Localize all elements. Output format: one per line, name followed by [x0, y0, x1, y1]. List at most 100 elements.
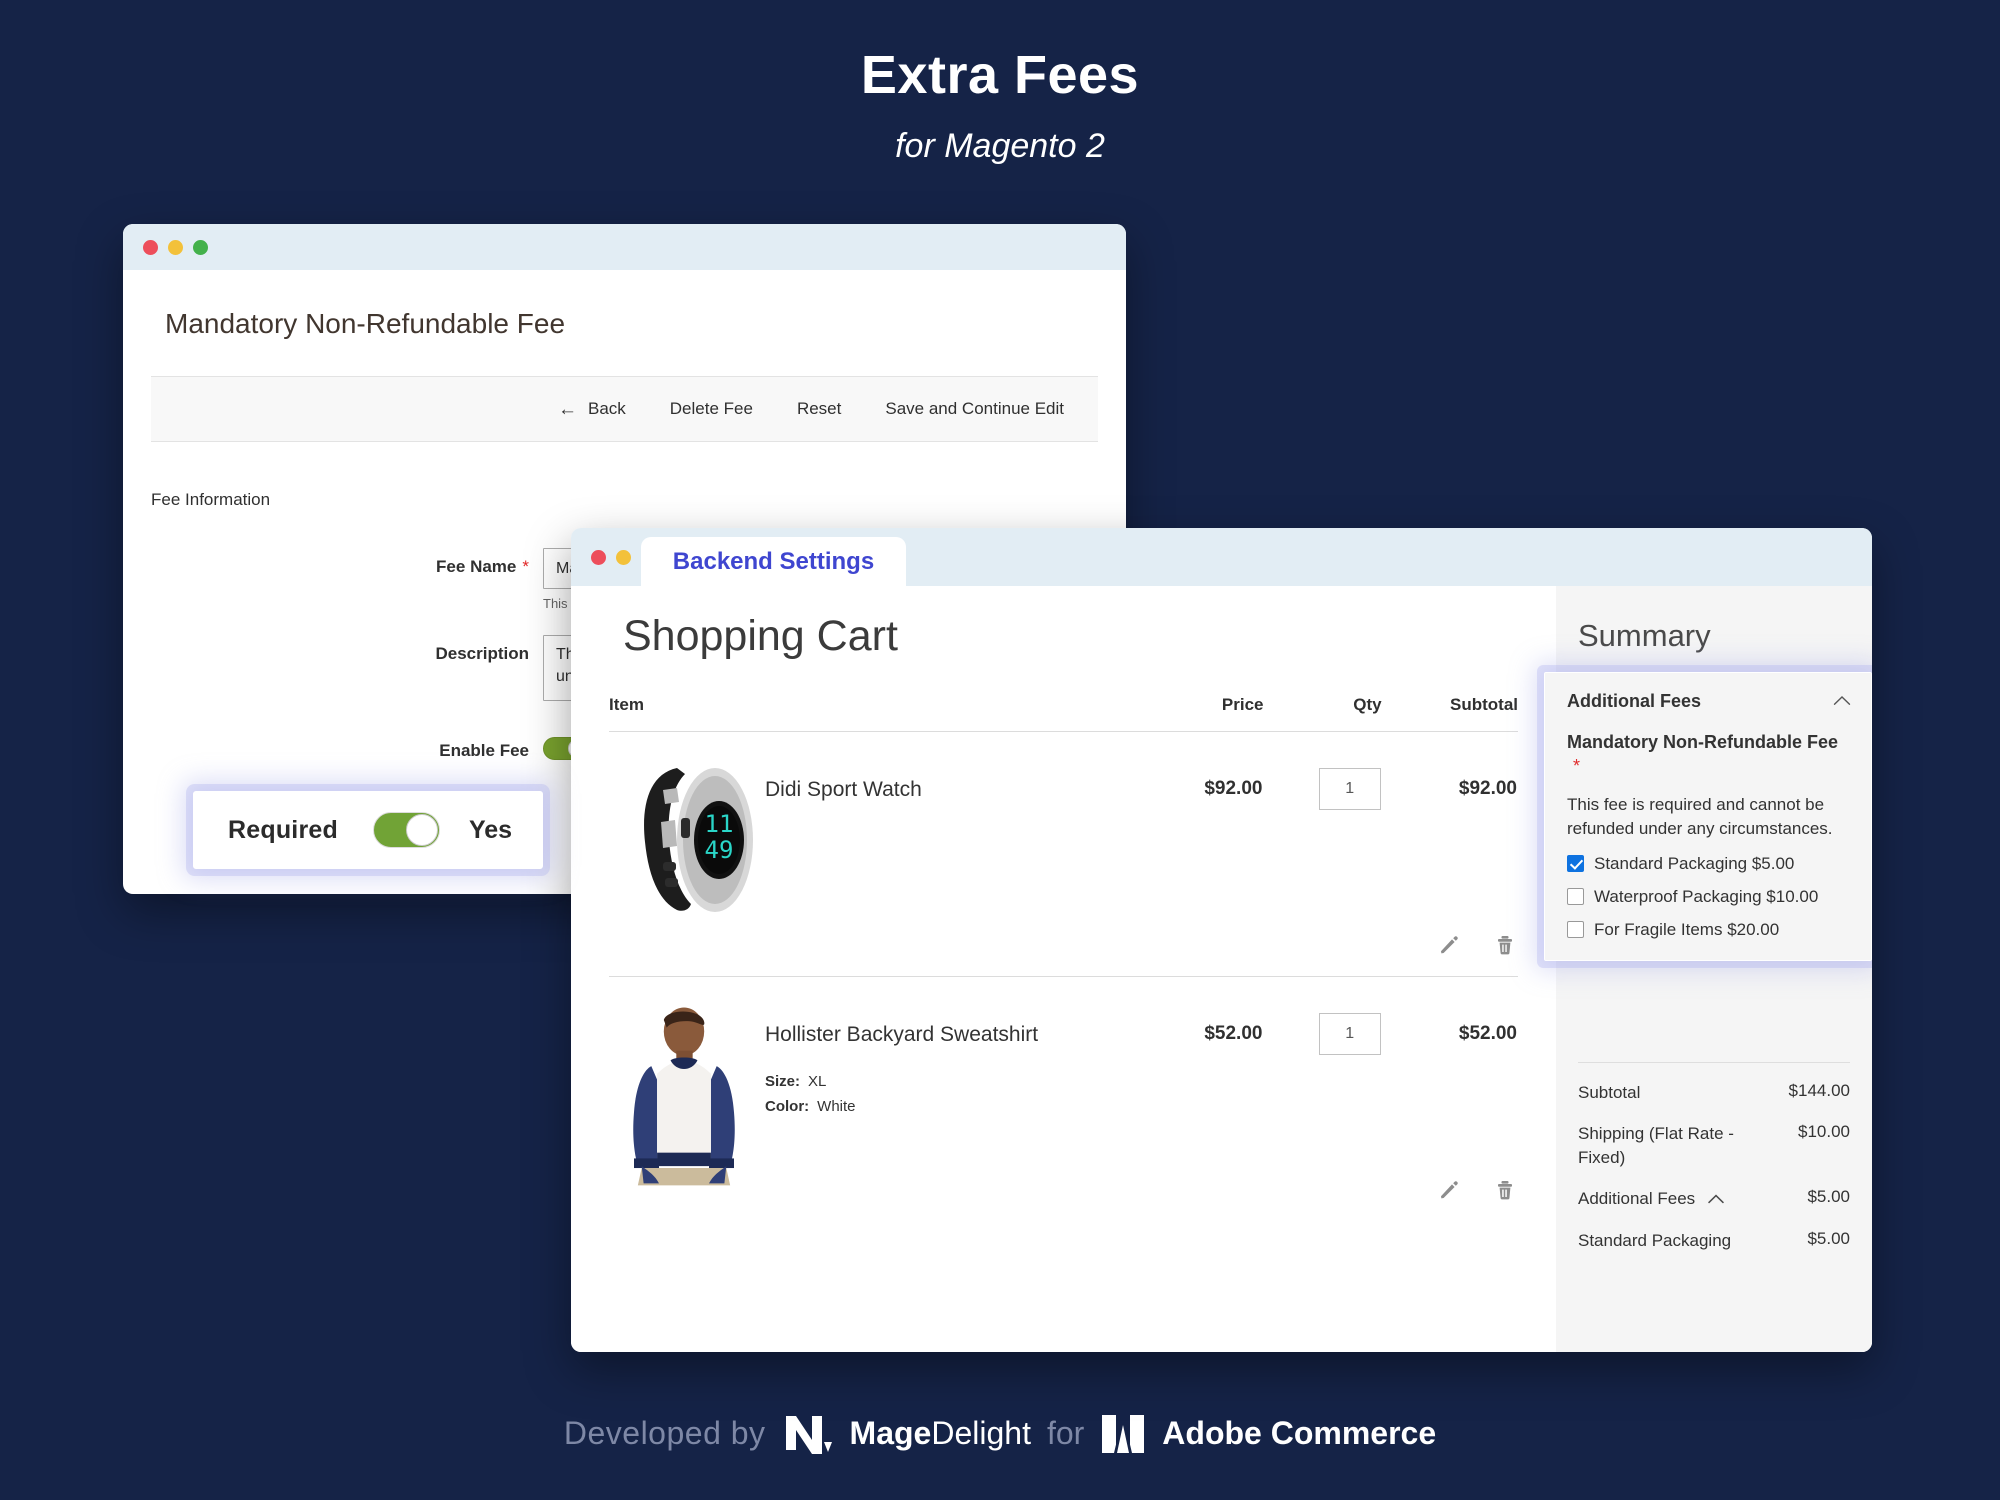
checkbox-icon[interactable]	[1567, 855, 1584, 873]
additional-fees-header[interactable]: Additional Fees	[1567, 691, 1851, 712]
fee-option-label: Standard Packaging $5.00	[1594, 853, 1795, 873]
chevron-up-icon[interactable]	[1833, 693, 1851, 711]
additional-fees-heading: Additional Fees	[1567, 691, 1702, 711]
minimize-icon[interactable]	[168, 239, 183, 255]
edit-icon[interactable]	[1436, 1177, 1462, 1203]
col-item: Item	[609, 695, 1119, 732]
admin-toolbar: ← Back Delete Fee Reset Save and Continu…	[151, 376, 1098, 442]
totals-divider	[1578, 1062, 1850, 1063]
total-value: $5.00	[1807, 1228, 1850, 1248]
checkbox-icon[interactable]	[1567, 888, 1584, 906]
adobe-commerce-logo-icon	[1100, 1411, 1146, 1455]
back-button-label: Back	[587, 399, 626, 418]
close-icon[interactable]	[591, 549, 606, 565]
description-label: Description	[435, 644, 529, 663]
quantity-input[interactable]	[1318, 1013, 1381, 1055]
product-qty-cell	[1263, 732, 1381, 925]
fee-information-heading: Fee Information	[151, 490, 271, 509]
summary-pane: Summary Subtotal $144.00 Shipping (Flat …	[1544, 586, 1872, 1352]
magedelight-wordmark: MageDelight	[850, 1415, 1031, 1452]
delete-icon[interactable]	[1492, 1177, 1518, 1203]
reset-label: Reset	[796, 399, 842, 418]
option-value: White	[817, 1098, 856, 1115]
required-asterisk-icon: *	[522, 557, 529, 576]
arrow-left-icon: ←	[557, 398, 577, 420]
edit-icon[interactable]	[1436, 932, 1462, 958]
sweatshirt-illustration-icon	[633, 1007, 735, 1186]
footer-branding: Developed by MageDelight for Adobe Comme…	[0, 1410, 2000, 1456]
total-row-additional-fees[interactable]: Additional Fees $5.00	[1578, 1187, 1850, 1210]
delete-icon[interactable]	[1492, 932, 1518, 958]
total-row-shipping: Shipping (Flat Rate - Fixed) $10.00	[1578, 1122, 1850, 1169]
table-row-actions	[609, 924, 1518, 977]
adobe-text: Adobe	[1162, 1414, 1262, 1451]
product-option-color: Color: White	[765, 1098, 1038, 1115]
product-subtotal: $52.00	[1458, 1023, 1517, 1044]
svg-text:11: 11	[705, 810, 734, 838]
product-image-hollister-backyard-sweatshirt[interactable]	[609, 999, 765, 1186]
total-label: Standard Packaging	[1578, 1230, 1732, 1250]
row-actions-cell	[609, 924, 1518, 977]
total-label: Subtotal	[1578, 1083, 1641, 1102]
checkbox-icon[interactable]	[1567, 921, 1584, 939]
total-value: $5.00	[1807, 1187, 1850, 1207]
cart-item-cell: 11 49 Didi Sport Watch	[609, 732, 1118, 925]
maximize-icon[interactable]	[193, 239, 208, 255]
minimize-icon[interactable]	[616, 549, 631, 565]
developed-by-label: Developed by	[563, 1414, 766, 1451]
close-icon[interactable]	[143, 239, 158, 255]
fee-description: This fee is required and cannot be refun…	[1567, 794, 1833, 838]
required-toggle-callout: Required Yes	[193, 791, 543, 869]
required-label: Required	[228, 815, 338, 844]
trash-glyph	[1498, 1181, 1512, 1200]
fee-title: Mandatory Non-Refundable Fee *	[1567, 730, 1851, 779]
table-row: 11 49 Didi Sport Watch $92.00 1 $92.00	[609, 732, 1518, 925]
product-option-size: Size: XL	[765, 1073, 1038, 1090]
tab-backend-settings[interactable]: Backend Settings	[641, 537, 906, 586]
page-title: Extra Fees	[860, 45, 1140, 105]
total-row-subtotal: Subtotal $144.00	[1578, 1081, 1850, 1104]
required-toggle[interactable]	[372, 812, 440, 848]
product-qty-cell	[1263, 977, 1381, 1169]
col-qty: Qty	[1263, 695, 1382, 732]
pencil-glyph	[1441, 936, 1458, 954]
option-value: XL	[808, 1073, 827, 1090]
adobe-mark	[1102, 1415, 1145, 1453]
chevron-up-icon[interactable]	[1708, 1187, 1724, 1210]
fee-option-fragile-items[interactable]: For Fragile Items $20.00	[1567, 920, 1851, 940]
hero-banner: Extra Fees for Magento 2	[0, 0, 2000, 166]
watch-illustration-icon: 11 49	[644, 768, 753, 912]
save-and-continue-button[interactable]: Save and Continue Edit	[863, 399, 1086, 419]
magedelight-mark	[785, 1416, 832, 1454]
col-price: Price	[1118, 695, 1264, 732]
magedelight-logo-icon	[782, 1410, 834, 1456]
total-value: $10.00	[1798, 1122, 1850, 1142]
fee-title-text: Mandatory Non-Refundable Fee	[1567, 732, 1839, 752]
cart-items-pane: Shopping Cart Item Price Qty Subtotal 11…	[571, 586, 1556, 1352]
table-row: Hollister Backyard Sweatshirt Size: XL Co…	[609, 977, 1518, 1186]
fee-option-label: Waterproof Packaging $10.00	[1594, 886, 1819, 906]
back-button[interactable]: ← Back	[536, 399, 648, 419]
product-name[interactable]: Hollister Backyard Sweatshirt	[765, 1023, 1038, 1047]
total-label: Additional Fees	[1578, 1189, 1696, 1209]
fee-option-standard-packaging[interactable]: Standard Packaging $5.00	[1567, 854, 1851, 874]
summary-heading: Summary	[1578, 618, 1711, 653]
save-label: Save and Continue Edit	[885, 399, 1064, 418]
option-label: Color:	[765, 1098, 810, 1115]
reset-button[interactable]: Reset	[775, 399, 863, 419]
delete-fee-button[interactable]: Delete Fee	[648, 399, 775, 419]
totals-list: Subtotal $144.00 Shipping (Flat Rate - F…	[1578, 1062, 1850, 1270]
cart-table-head: Item Price Qty Subtotal	[609, 695, 1518, 732]
cart-item-cell: Hollister Backyard Sweatshirt Size: XL Co…	[609, 977, 1118, 1186]
cart-window-titlebar: Backend Settings	[571, 528, 1872, 586]
fee-option-waterproof-packaging[interactable]: Waterproof Packaging $10.00	[1567, 887, 1851, 907]
fee-name-label-wrap: Fee Name *	[123, 548, 543, 577]
row-actions	[609, 924, 1518, 977]
for-label: for	[1046, 1414, 1085, 1451]
total-value: $144.00	[1788, 1081, 1850, 1100]
quantity-input[interactable]	[1318, 768, 1381, 810]
admin-window-titlebar	[123, 224, 1126, 270]
product-name[interactable]: Didi Sport Watch	[765, 778, 922, 802]
product-image-didi-sport-watch[interactable]: 11 49	[609, 754, 765, 924]
delight-text: Delight	[931, 1414, 1031, 1451]
